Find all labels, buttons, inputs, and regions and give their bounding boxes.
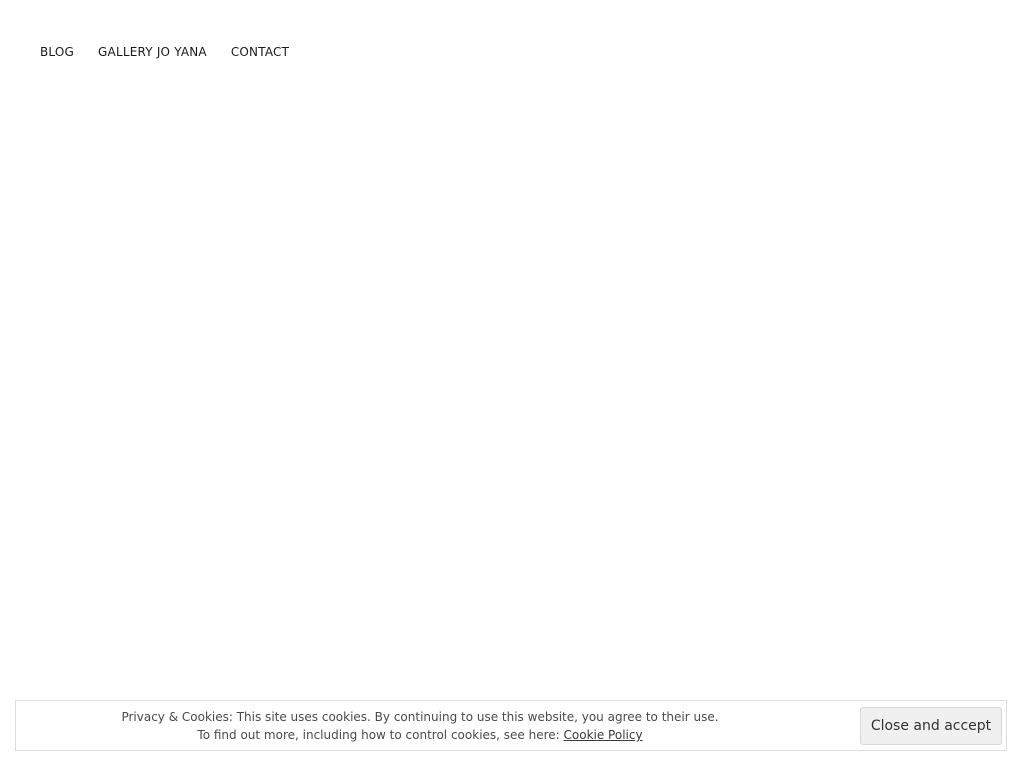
cookie-notice-line-2-prefix: To find out more, including how to contr…	[197, 728, 564, 742]
page: BLOG GALLERY JO YANA CONTACT Privacy & C…	[0, 0, 1024, 768]
close-and-accept-button[interactable]: Close and accept	[860, 707, 1002, 745]
cookie-notice-line-1: Privacy & Cookies: This site uses cookie…	[121, 710, 719, 724]
nav-link-blog[interactable]: BLOG	[40, 44, 74, 60]
main-navigation: BLOG GALLERY JO YANA CONTACT	[40, 44, 289, 60]
cookie-consent-banner: Privacy & Cookies: This site uses cookie…	[15, 700, 1007, 751]
cookie-policy-link[interactable]: Cookie Policy	[564, 728, 643, 742]
cookie-notice-text: Privacy & Cookies: This site uses cookie…	[16, 708, 824, 744]
cookie-notice-line-2: To find out more, including how to contr…	[16, 726, 824, 744]
nav-link-contact[interactable]: CONTACT	[231, 44, 289, 60]
nav-link-gallery-jo-yana[interactable]: GALLERY JO YANA	[98, 44, 207, 60]
